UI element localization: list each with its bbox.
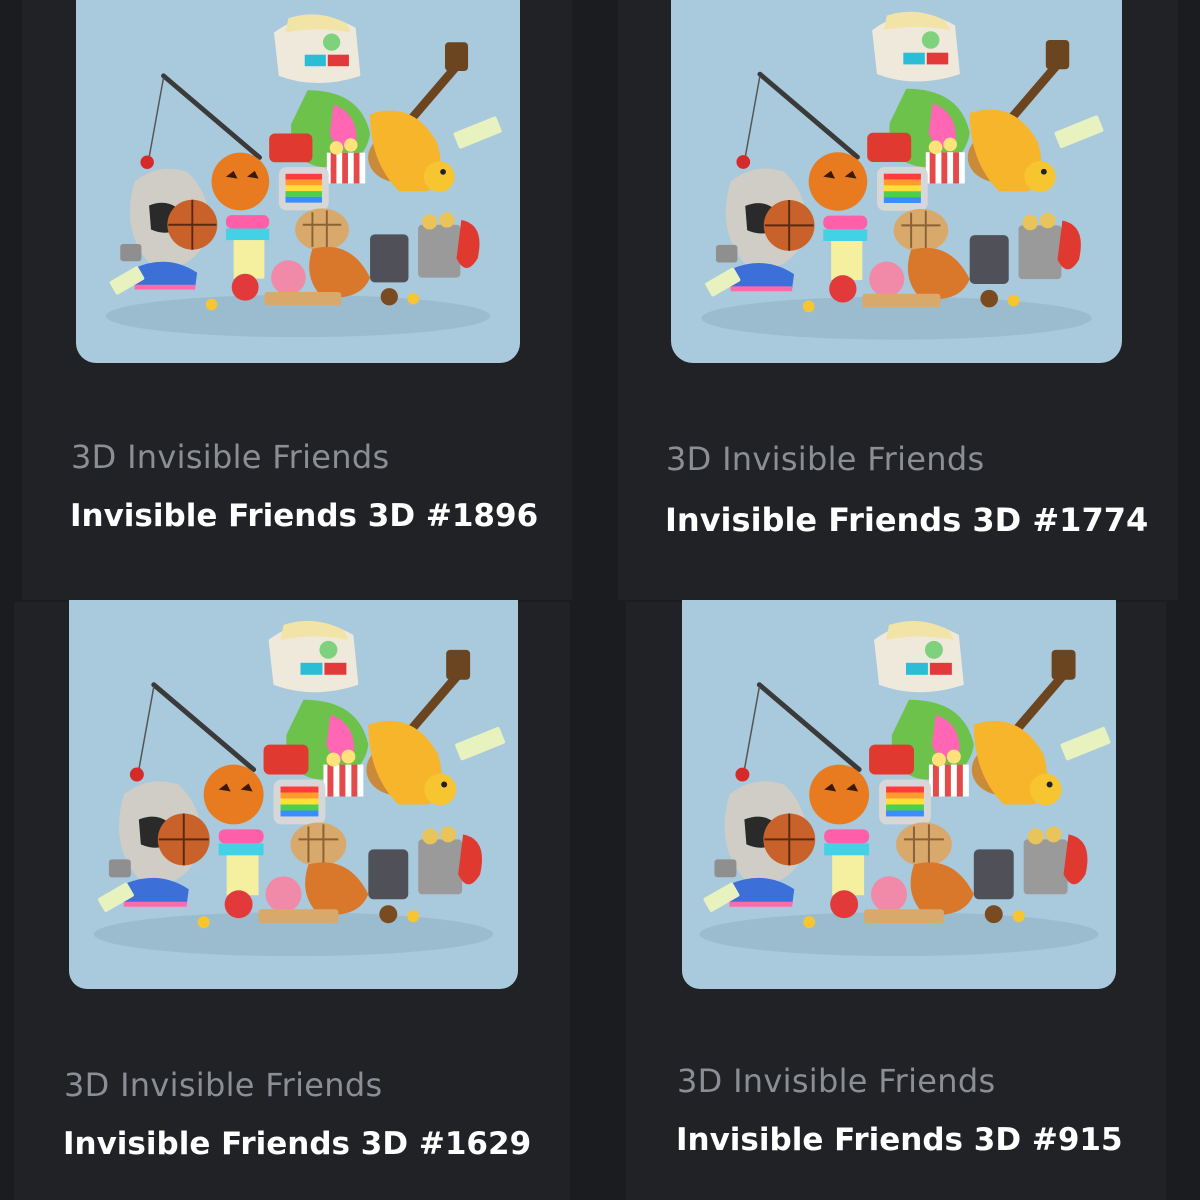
nft-title[interactable]: Invisible Friends 3D #1774 — [665, 501, 1148, 539]
nft-image[interactable] — [671, 0, 1122, 363]
collection-name[interactable]: 3D Invisible Friends — [64, 1066, 382, 1104]
nft-card[interactable]: 3D Invisible Friends Invisible Friends 3… — [618, 0, 1178, 600]
nft-card[interactable]: 3D Invisible Friends Invisible Friends 3… — [14, 600, 570, 1200]
collection-name[interactable]: 3D Invisible Friends — [666, 440, 984, 478]
nft-image[interactable] — [69, 600, 518, 989]
collection-name[interactable]: 3D Invisible Friends — [71, 438, 389, 476]
nft-grid: 3D Invisible Friends Invisible Friends 3… — [0, 0, 1200, 1200]
nft-title[interactable]: Invisible Friends 3D #1629 — [63, 1126, 531, 1162]
nft-title[interactable]: Invisible Friends 3D #1896 — [70, 498, 538, 534]
collection-name[interactable]: 3D Invisible Friends — [677, 1062, 995, 1100]
nft-image[interactable] — [76, 0, 520, 363]
nft-card[interactable]: 3D Invisible Friends Invisible Friends 3… — [22, 0, 572, 600]
nft-title[interactable]: Invisible Friends 3D #915 — [676, 1122, 1123, 1158]
nft-image[interactable] — [682, 600, 1116, 989]
nft-card[interactable]: 3D Invisible Friends Invisible Friends 3… — [626, 600, 1166, 1200]
